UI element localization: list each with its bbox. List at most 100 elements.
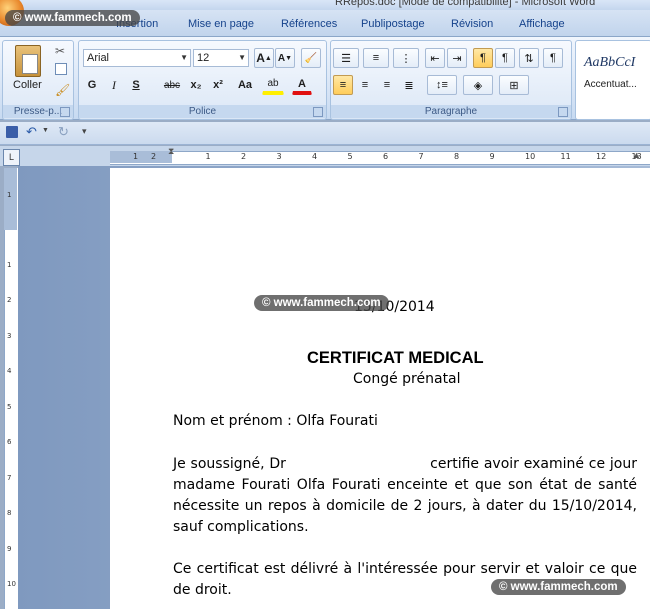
copy-icon[interactable] xyxy=(55,63,67,75)
ruler-tick-label: 3 xyxy=(7,331,12,340)
ruler-tick-label: 4 xyxy=(312,152,318,161)
borders-icon[interactable]: ⊞ xyxy=(499,75,529,95)
shrink-font-button[interactable]: A ▼ xyxy=(275,48,295,68)
ruler-tick-label: 1 xyxy=(205,152,211,161)
ruler-tick-label: 5 xyxy=(347,152,353,161)
indent-marker-icon[interactable]: ⧗ xyxy=(168,146,174,157)
customize-qat-icon[interactable]: ▾ xyxy=(82,126,87,137)
strikethrough-button[interactable]: abc xyxy=(161,75,183,95)
rtl-icon[interactable]: ¶ xyxy=(495,48,515,68)
tab-publipostage[interactable]: Publipostage xyxy=(361,18,425,30)
paragraph-group: ☰ ≡ ⋮ ⇤ ⇥ ¶ ¶ ⇅ ¶ ≡ ≡ ≡ ≣ ↕≡ ◈ ⊞ Paragra… xyxy=(330,40,572,120)
ruler-tick-label: 4 xyxy=(7,367,12,375)
multilevel-list-icon[interactable]: ⋮ xyxy=(393,48,419,68)
window-title: RRepos.doc [Mode de compatibilité] - Mic… xyxy=(335,0,596,8)
format-painter-icon[interactable]: 🖌 xyxy=(55,83,70,97)
paragraph-group-label: Paragraphe xyxy=(331,105,571,118)
font-launcher-icon[interactable] xyxy=(313,107,323,117)
watermark-top-left: © www.fammech.com xyxy=(5,10,140,26)
font-name-combo[interactable]: Arial ▼ xyxy=(83,49,191,67)
underline-button[interactable]: S xyxy=(127,75,145,95)
tab-selector-icon[interactable]: L xyxy=(3,149,20,166)
style-preview: AaBbCcI xyxy=(584,55,636,70)
bullets-icon[interactable]: ☰ xyxy=(333,48,359,68)
align-center-icon[interactable]: ≡ xyxy=(355,75,375,95)
doc-subtitle: Congé prénatal xyxy=(353,371,461,387)
increase-indent-icon[interactable]: ⇥ xyxy=(447,48,467,68)
ruler-tick-label: 11 xyxy=(560,152,571,161)
chevron-down-icon[interactable]: ▼ xyxy=(42,127,49,134)
tab-mise-en-page[interactable]: Mise en page xyxy=(188,18,254,30)
style-name: Accentuat... xyxy=(584,79,637,90)
ruler-tick-label: 7 xyxy=(418,152,424,161)
bold-button[interactable]: G xyxy=(83,75,101,95)
line-spacing-icon[interactable]: ↕≡ xyxy=(427,75,457,95)
title-bar: RRepos.doc [Mode de compatibilité] - Mic… xyxy=(0,0,650,10)
paste-icon[interactable] xyxy=(15,45,41,77)
numbering-icon[interactable]: ≡ xyxy=(363,48,389,68)
align-left-icon[interactable]: ≡ xyxy=(333,75,353,95)
paste-button-label[interactable]: Coller xyxy=(13,79,42,91)
styles-gallery[interactable]: AaBbCcI Accentuat... xyxy=(575,40,650,120)
superscript-button[interactable]: x² xyxy=(208,75,228,95)
ruler-tick-label: 5 xyxy=(7,402,12,411)
document-page[interactable] xyxy=(110,168,650,609)
ruler-tick-label: 10 xyxy=(7,580,16,588)
ruler-tick-label: 8 xyxy=(7,509,12,517)
subscript-button[interactable]: x₂ xyxy=(186,75,206,95)
tab-references[interactable]: Références xyxy=(281,18,337,30)
italic-button[interactable]: I xyxy=(105,75,123,95)
watermark-bottom-right: © www.fammech.com xyxy=(491,579,626,595)
font-group-label: Police xyxy=(79,105,326,118)
quick-access-toolbar: ↶ ▼ ↻ ▾ xyxy=(0,122,650,145)
clear-format-icon[interactable]: 🧹 xyxy=(301,48,321,68)
save-icon[interactable] xyxy=(6,126,18,138)
ruler-tick-label: 2 xyxy=(151,152,157,161)
ruler-tick-label: 9 xyxy=(7,544,12,553)
ruler-tick-label: 6 xyxy=(383,152,389,161)
clipboard-launcher-icon[interactable] xyxy=(60,107,70,117)
clipboard-group: Coller ✂ 🖌 Presse-p... xyxy=(2,40,74,120)
chevron-down-icon: ▼ xyxy=(238,53,246,62)
align-right-icon[interactable]: ≡ xyxy=(377,75,397,95)
redo-icon[interactable]: ↻ xyxy=(58,124,69,140)
ruler-tick-label: 1 xyxy=(133,152,139,161)
tab-revision[interactable]: Révision xyxy=(451,18,493,30)
sort-icon[interactable]: ⇅ xyxy=(519,48,539,68)
decrease-indent-icon[interactable]: ⇤ xyxy=(425,48,445,68)
ruler-tick-label: 6 xyxy=(7,438,12,446)
cut-icon[interactable]: ✂ xyxy=(55,44,65,58)
doc-paragraph-1: Je soussigné, Dr certifie avoir examiné … xyxy=(173,456,637,535)
tab-affichage[interactable]: Affichage xyxy=(519,18,565,30)
ruler-tick-label: 3 xyxy=(276,152,282,161)
watermark-center: © www.fammech.com xyxy=(254,295,389,311)
font-group: Arial ▼ 12 ▼ A ▲ A ▼ 🧹 G I S abc x₂ x² Aa ab… xyxy=(78,40,327,120)
ruler-tick-label: 12 xyxy=(596,152,607,161)
font-size-value: 12 xyxy=(197,52,210,64)
ruler-tick-label: 2 xyxy=(241,152,247,161)
ruler-top-margin xyxy=(4,168,17,230)
vertical-ruler[interactable] xyxy=(4,168,19,609)
undo-icon[interactable]: ↶ xyxy=(26,124,37,140)
paragraph-launcher-icon[interactable] xyxy=(558,107,568,117)
shading-icon[interactable]: ◈ xyxy=(463,75,493,95)
right-indent-icon[interactable]: ▲ xyxy=(632,150,641,160)
doc-title: CERTIFICAT MEDICAL xyxy=(307,349,484,367)
grow-font-button[interactable]: A ▲ xyxy=(254,48,274,68)
chevron-down-icon: ▼ xyxy=(180,53,188,62)
ruler-tick-label: 9 xyxy=(489,152,495,161)
ruler-tick-label: 1 xyxy=(7,260,12,269)
font-size-combo[interactable]: 12 ▼ xyxy=(193,49,249,67)
ruler-left-margin xyxy=(110,151,172,163)
justify-icon[interactable]: ≣ xyxy=(399,75,419,95)
ruler-tick-label: 8 xyxy=(454,152,460,161)
ruler-tick-label: 1 xyxy=(7,191,12,199)
font-color-button[interactable]: A xyxy=(292,75,312,95)
doc-name-line: Nom et prénom : Olfa Fourati xyxy=(173,413,378,429)
ruler-tick-label: 10 xyxy=(525,152,536,161)
highlight-button[interactable]: ab xyxy=(262,75,284,95)
change-case-button[interactable]: Aa xyxy=(232,75,258,95)
ruler-tick-label: 2 xyxy=(7,296,12,304)
ltr-icon[interactable]: ¶ xyxy=(473,48,493,68)
show-marks-icon[interactable]: ¶ xyxy=(543,48,563,68)
